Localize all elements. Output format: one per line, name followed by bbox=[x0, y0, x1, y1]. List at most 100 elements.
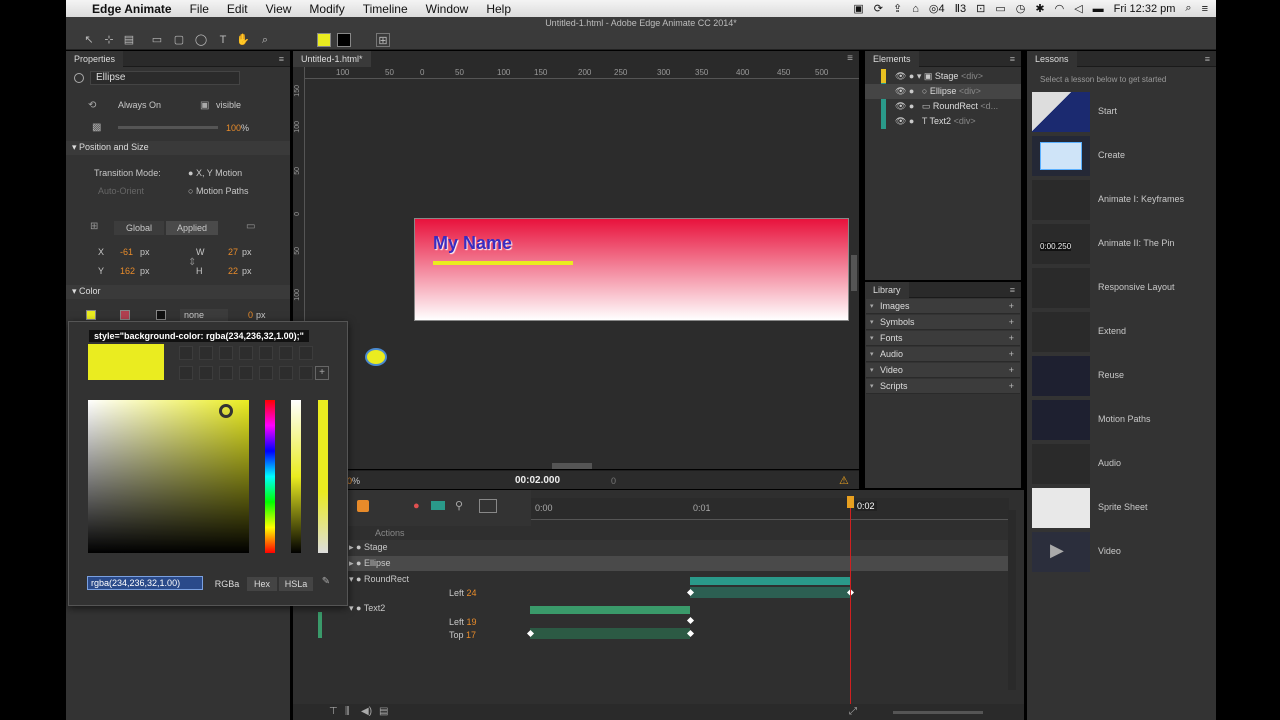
filter-icon[interactable]: ⊤ bbox=[329, 706, 338, 717]
auto-keyframe-icon[interactable] bbox=[357, 500, 369, 512]
ellipse-element[interactable] bbox=[365, 348, 387, 366]
library-audio[interactable]: ▾ Audio + bbox=[866, 347, 1020, 362]
y-value[interactable]: 162 bbox=[120, 266, 135, 276]
tray-icon[interactable]: ⊡ bbox=[976, 2, 985, 15]
lesson-video[interactable]: ▶ Video bbox=[1032, 532, 1212, 576]
row-text2[interactable]: ▾ ● Text2 bbox=[349, 603, 385, 614]
units-icon[interactable]: ▭ bbox=[246, 221, 255, 232]
list-icon[interactable]: ≡ bbox=[1202, 3, 1208, 15]
zoom-fit-icon[interactable]: ⤢ bbox=[849, 706, 857, 717]
library-scripts[interactable]: ▾ Scripts + bbox=[866, 379, 1020, 394]
menu-view[interactable]: View bbox=[257, 2, 301, 16]
grid-icon[interactable]: ⫼ bbox=[345, 706, 350, 717]
headline-text[interactable]: My Name bbox=[433, 233, 512, 254]
menu-help[interactable]: Help bbox=[477, 2, 520, 16]
origin-icon[interactable]: ⊞ bbox=[90, 221, 98, 232]
library-images[interactable]: ▾ Images + bbox=[866, 299, 1020, 314]
stage-artboard[interactable]: My Name bbox=[414, 218, 849, 321]
panel-menu-icon[interactable]: ≡ bbox=[1004, 51, 1021, 67]
lesson-create[interactable]: Create bbox=[1032, 136, 1212, 180]
auto-orient-checkbox[interactable]: Auto-Orient bbox=[98, 186, 144, 196]
text2-top-transition[interactable] bbox=[530, 628, 690, 639]
battery-icon[interactable]: ▬ bbox=[1093, 3, 1104, 15]
select-tool-icon[interactable]: ↖ bbox=[82, 33, 96, 47]
transform-tool-icon[interactable]: ⊹ bbox=[102, 33, 116, 47]
stage-scrollbar-h[interactable] bbox=[552, 463, 592, 469]
doc-menu-icon[interactable]: ≡ bbox=[847, 53, 853, 64]
lesson-responsive[interactable]: Responsive Layout bbox=[1032, 268, 1212, 312]
menu-timeline[interactable]: Timeline bbox=[354, 2, 417, 16]
spotlight-icon[interactable]: ⌕ bbox=[1185, 2, 1191, 15]
color-value-input[interactable]: rgba(234,236,32,1.00) bbox=[87, 576, 203, 590]
clock[interactable]: Fri 12:32 pm bbox=[1114, 3, 1176, 15]
audio-icon[interactable]: ◀) bbox=[361, 706, 372, 717]
background-color-swatch[interactable] bbox=[86, 310, 96, 320]
playhead-line[interactable] bbox=[850, 498, 851, 708]
transition-icon[interactable] bbox=[431, 501, 445, 510]
stage-options-icon[interactable]: ⊞ bbox=[376, 33, 390, 47]
timeline-row-selected[interactable] bbox=[293, 556, 1009, 571]
lesson-keyframes[interactable]: Animate I: Keyframes bbox=[1032, 180, 1212, 224]
color-picker[interactable]: style="background-color: rgba(234,236,32… bbox=[68, 321, 348, 606]
stage-scrollbar-v[interactable] bbox=[851, 255, 857, 291]
motion-paths-radio[interactable]: ○ Motion Paths bbox=[188, 186, 248, 196]
element-roundrect[interactable]: 👁 ● ▭ RoundRect <d... bbox=[895, 101, 998, 112]
saturation-field[interactable] bbox=[88, 400, 249, 553]
fill-color-swatch[interactable] bbox=[317, 33, 331, 47]
wifi-icon[interactable]: ◠ bbox=[1055, 2, 1065, 15]
home-icon[interactable]: ⌂ bbox=[912, 3, 919, 15]
lesson-extend[interactable]: Extend bbox=[1032, 312, 1212, 356]
playhead-time[interactable]: 00:02.000 bbox=[515, 475, 560, 486]
bluetooth-icon[interactable]: ✱ bbox=[1035, 2, 1044, 15]
clip-tool-icon[interactable]: ▤ bbox=[122, 33, 136, 47]
position-size-header[interactable]: ▾ Position and Size bbox=[66, 141, 290, 155]
h-value[interactable]: 22 bbox=[228, 266, 238, 276]
timemachine-icon[interactable]: ◷ bbox=[1016, 2, 1026, 15]
roundrect-left-transition[interactable] bbox=[690, 587, 850, 598]
library-video[interactable]: ▾ Video + bbox=[866, 363, 1020, 378]
mode-hsla[interactable]: HSLa bbox=[279, 577, 313, 591]
lesson-start[interactable]: Start bbox=[1032, 92, 1212, 136]
w-value[interactable]: 27 bbox=[228, 247, 238, 257]
rectangle-tool-icon[interactable]: ▭ bbox=[150, 33, 164, 47]
panel-menu-icon[interactable]: ≡ bbox=[1004, 282, 1021, 298]
display-select[interactable]: Always On bbox=[118, 100, 161, 110]
zoom-value[interactable]: 0% bbox=[347, 476, 360, 486]
record-icon[interactable]: ● bbox=[413, 500, 420, 512]
color-cursor[interactable] bbox=[219, 404, 233, 418]
status-count-2[interactable]: Ⅱ3 bbox=[955, 2, 967, 15]
lesson-pin[interactable]: 0:00.250 Animate II: The Pin bbox=[1032, 224, 1212, 268]
gradient-swatch[interactable] bbox=[120, 310, 130, 320]
tab-elements[interactable]: Elements bbox=[865, 51, 919, 67]
menu-file[interactable]: File bbox=[181, 2, 218, 16]
element-text2[interactable]: 👁 ● T Text2 <div> bbox=[895, 116, 976, 127]
lesson-audio[interactable]: Audio bbox=[1032, 444, 1212, 488]
x-value[interactable]: -61 bbox=[120, 247, 133, 257]
row-ellipse[interactable]: ▸ ● Ellipse bbox=[349, 558, 390, 569]
row-prop-top[interactable]: Top 17 bbox=[449, 630, 476, 640]
zoom-tool-icon[interactable]: ⌕ bbox=[258, 33, 272, 47]
rounded-rect-tool-icon[interactable]: ▢ bbox=[172, 33, 186, 47]
panel-menu-icon[interactable]: ≡ bbox=[273, 51, 290, 67]
mode-hex[interactable]: Hex bbox=[247, 577, 277, 591]
timeline-zoom-slider[interactable] bbox=[893, 711, 983, 714]
timeline-row[interactable] bbox=[293, 540, 1009, 556]
row-prop-left[interactable]: Left 24 bbox=[449, 588, 477, 598]
xy-motion-radio[interactable]: ● X, Y Motion bbox=[188, 168, 242, 178]
ellipse-tool-icon[interactable]: ◯ bbox=[194, 33, 208, 47]
element-name-field[interactable]: Ellipse bbox=[90, 71, 240, 85]
border-color-field[interactable] bbox=[156, 310, 166, 320]
underline-roundrect[interactable] bbox=[433, 261, 573, 265]
roundrect-track[interactable] bbox=[690, 577, 850, 585]
sync-icon[interactable]: ⟳ bbox=[874, 2, 883, 15]
library-symbols[interactable]: ▾ Symbols + bbox=[866, 315, 1020, 330]
overflow-select[interactable]: visible bbox=[216, 100, 241, 110]
row-stage[interactable]: ▸ ● Stage bbox=[349, 542, 388, 553]
opacity-value[interactable]: 100% bbox=[226, 123, 249, 133]
status-icon[interactable]: ▣ bbox=[853, 2, 863, 15]
element-ellipse[interactable]: 👁 ● ○ Ellipse <div> bbox=[895, 86, 981, 97]
timeline-ruler[interactable]: 0:00 0:01 0:02 bbox=[531, 498, 1009, 520]
border-color-swatch[interactable] bbox=[337, 33, 351, 47]
mode-rgba[interactable]: RGBa bbox=[209, 577, 245, 591]
opacity-slider[interactable] bbox=[118, 126, 218, 129]
